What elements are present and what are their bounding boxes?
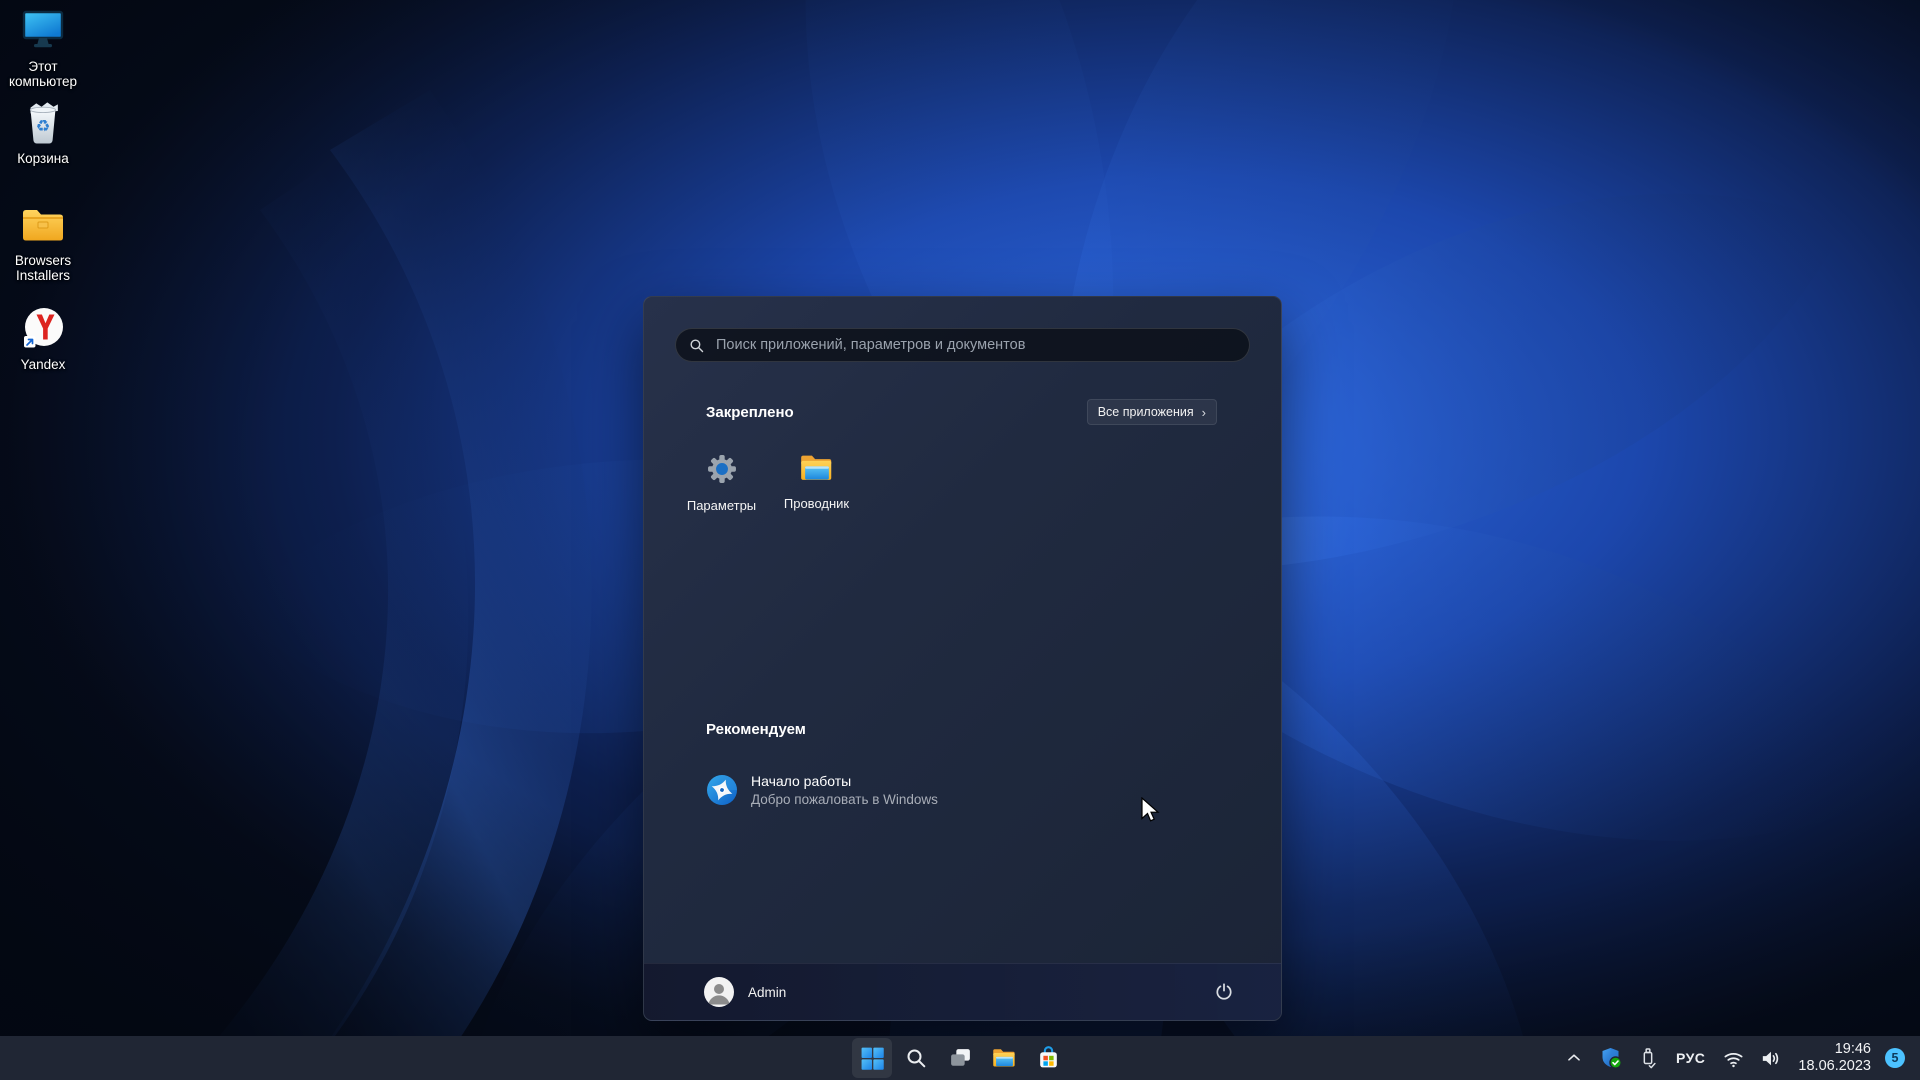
pinned-app-settings[interactable]: Параметры (674, 443, 769, 529)
taskbar-system-tray: РУС 19:46 18.06.2023 5 (1561, 1036, 1920, 1080)
desktop-icon-label: Yandex (20, 357, 66, 372)
pinned-apps-grid: Параметры Проводник (674, 443, 864, 529)
pinned-section-header: Закреплено (706, 403, 794, 421)
search-icon (904, 1046, 928, 1070)
task-view-button[interactable] (940, 1038, 980, 1078)
notification-count-badge: 5 (1885, 1048, 1905, 1068)
desktop-icon-label: Этот компьютер (8, 59, 78, 90)
desktop: Этот компьютер ♻ Корзина Browsers Instal… (0, 0, 1920, 1080)
file-explorer-icon (991, 1046, 1018, 1070)
usb-device-button[interactable] (1635, 1044, 1661, 1072)
desktop-icon-recycle-bin[interactable]: ♻ Корзина (0, 100, 86, 166)
taskbar-center-buttons (852, 1038, 1068, 1078)
file-explorer-button[interactable] (984, 1038, 1024, 1078)
tray-date: 18.06.2023 (1798, 1058, 1871, 1074)
chevron-right-icon: › (1201, 404, 1206, 420)
desktop-icon-yandex[interactable]: Yandex (0, 306, 86, 372)
this-pc-icon (19, 8, 67, 54)
tray-time: 19:46 (1834, 1041, 1871, 1057)
search-box (675, 328, 1250, 362)
wifi-button[interactable] (1720, 1045, 1747, 1072)
search-icon (688, 337, 705, 354)
start-menu-user-bar: Admin (644, 963, 1281, 1020)
notification-center-button[interactable]: 5 (1883, 1046, 1907, 1070)
microsoft-store-button[interactable] (1028, 1038, 1068, 1078)
pinned-app-label: Проводник (783, 496, 850, 511)
recommended-item-subtitle: Добро пожаловать в Windows (751, 792, 938, 807)
language-indicator[interactable]: РУС (1671, 1048, 1710, 1068)
pinned-app-explorer[interactable]: Проводник (769, 443, 864, 529)
start-menu: Закреплено Все приложения › (643, 296, 1282, 1021)
get-started-icon (706, 774, 738, 806)
desktop-icon-this-pc[interactable]: Этот компьютер (0, 8, 86, 89)
desktop-icon-browsers-installers[interactable]: Browsers Installers (0, 202, 86, 283)
yandex-browser-icon (19, 306, 67, 352)
windows-security-icon (1599, 1046, 1623, 1070)
power-button[interactable] (1207, 975, 1241, 1009)
usb-device-icon (1637, 1046, 1659, 1070)
recommended-section-header: Рекомендуем (706, 721, 806, 738)
start-button[interactable] (852, 1038, 892, 1078)
start-search-input[interactable] (714, 336, 1237, 354)
microsoft-store-icon (1036, 1045, 1061, 1071)
pinned-app-label: Параметры (686, 498, 757, 513)
tray-overflow-button[interactable] (1561, 1045, 1587, 1071)
volume-button[interactable] (1757, 1045, 1784, 1072)
all-apps-button[interactable]: Все приложения › (1086, 399, 1217, 425)
user-avatar (704, 977, 734, 1007)
clock-button[interactable]: 19:46 18.06.2023 (1794, 1039, 1873, 1077)
desktop-icon-label: Корзина (17, 151, 69, 166)
recommended-item-title: Начало работы (751, 773, 852, 789)
user-account-button[interactable]: Admin (704, 977, 786, 1007)
windows-security-button[interactable] (1597, 1044, 1625, 1072)
settings-gear-icon (704, 451, 740, 492)
file-explorer-icon (798, 451, 836, 490)
power-icon (1213, 981, 1235, 1003)
start-icon (860, 1046, 885, 1071)
taskbar-search-button[interactable] (896, 1038, 936, 1078)
volume-icon (1759, 1047, 1782, 1070)
chevron-up-icon (1563, 1047, 1585, 1069)
svg-text:♻: ♻ (36, 117, 51, 136)
desktop-icon-label: Browsers Installers (14, 253, 72, 284)
recommended-item-get-started[interactable]: Начало работы Добро пожаловать в Windows (688, 761, 968, 819)
task-view-icon (948, 1046, 973, 1071)
taskbar: РУС 19:46 18.06.2023 5 (0, 1036, 1920, 1080)
wifi-icon (1722, 1047, 1745, 1070)
user-name: Admin (748, 984, 787, 1000)
recycle-bin-icon: ♻ (19, 100, 67, 146)
folder-icon (19, 202, 67, 248)
